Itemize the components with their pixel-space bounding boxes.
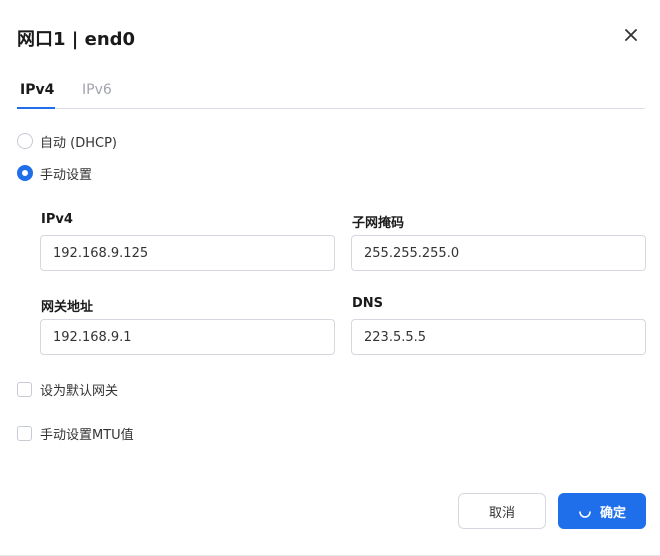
tab-ipv6[interactable]: IPv6 — [82, 82, 112, 109]
default-gateway-option[interactable]: 设为默认网关 — [17, 380, 119, 399]
dns-label: DNS — [352, 296, 384, 311]
radio-dhcp[interactable]: 自动 (DHCP) — [17, 132, 117, 151]
radio-manual-circle[interactable] — [17, 165, 33, 181]
manual-mtu-checkbox[interactable] — [17, 425, 32, 441]
dns-input[interactable] — [351, 319, 646, 355]
manual-mtu-label: 手动设置MTU值 — [40, 427, 134, 443]
close-icon — [625, 29, 637, 41]
cancel-button[interactable]: 取消 — [458, 493, 546, 529]
dialog-title: 网口1 | end0 — [17, 29, 136, 50]
default-gateway-checkbox[interactable] — [17, 381, 32, 397]
protocol-tabs: IPv4 IPv6 — [17, 78, 645, 109]
network-settings-dialog: 网口1 | end0 IPv4 IPv6 自动 (DHCP) 手动设置 IPv4… — [0, 0, 660, 556]
radio-dhcp-label: 自动 (DHCP) — [40, 135, 117, 151]
ipv4-label: IPv4 — [41, 212, 73, 227]
close-button[interactable] — [620, 24, 642, 46]
manual-mtu-option[interactable]: 手动设置MTU值 — [17, 424, 134, 443]
netmask-label: 子网掩码 — [352, 216, 405, 231]
netmask-input[interactable] — [351, 235, 646, 271]
gateway-label: 网关地址 — [41, 300, 94, 315]
confirm-button-label: 确定 — [599, 505, 626, 521]
cancel-button-label: 取消 — [488, 505, 515, 521]
radio-dhcp-circle[interactable] — [17, 133, 33, 149]
tab-ipv4[interactable]: IPv4 — [20, 82, 54, 109]
radio-manual[interactable]: 手动设置 — [17, 164, 93, 183]
tab-ipv4-label: IPv4 — [20, 82, 55, 98]
confirm-button[interactable]: 确定 — [558, 493, 646, 529]
gateway-input[interactable] — [40, 319, 335, 355]
ipv4-input[interactable] — [40, 235, 335, 271]
radio-manual-label: 手动设置 — [40, 167, 93, 183]
active-tab-indicator — [17, 107, 55, 109]
default-gateway-label: 设为默认网关 — [40, 383, 119, 399]
spinner-icon — [579, 511, 591, 518]
tab-ipv6-label: IPv6 — [82, 82, 112, 98]
